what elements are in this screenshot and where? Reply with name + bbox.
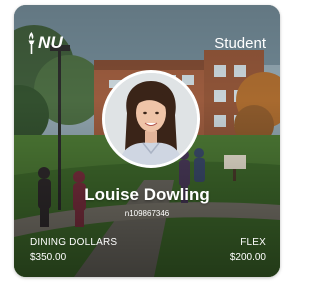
university-logo: NU	[27, 32, 63, 54]
dining-dollars-amount: $350.00	[30, 252, 67, 263]
student-id-card[interactable]: NU Student Louise Dowling n109867346 DIN…	[14, 5, 280, 277]
student-portrait	[105, 73, 197, 165]
flex-amount: $200.00	[229, 252, 266, 263]
student-id-number: n109867346	[124, 209, 170, 218]
role-label: Student	[214, 35, 266, 52]
student-photo	[102, 70, 200, 168]
student-name: Louise Dowling	[84, 185, 210, 204]
flex-label: FLEX	[240, 237, 266, 248]
logo-text: NU	[38, 33, 63, 52]
torch-icon	[28, 32, 35, 54]
dining-dollars-label: DINING DOLLARS	[30, 237, 118, 248]
